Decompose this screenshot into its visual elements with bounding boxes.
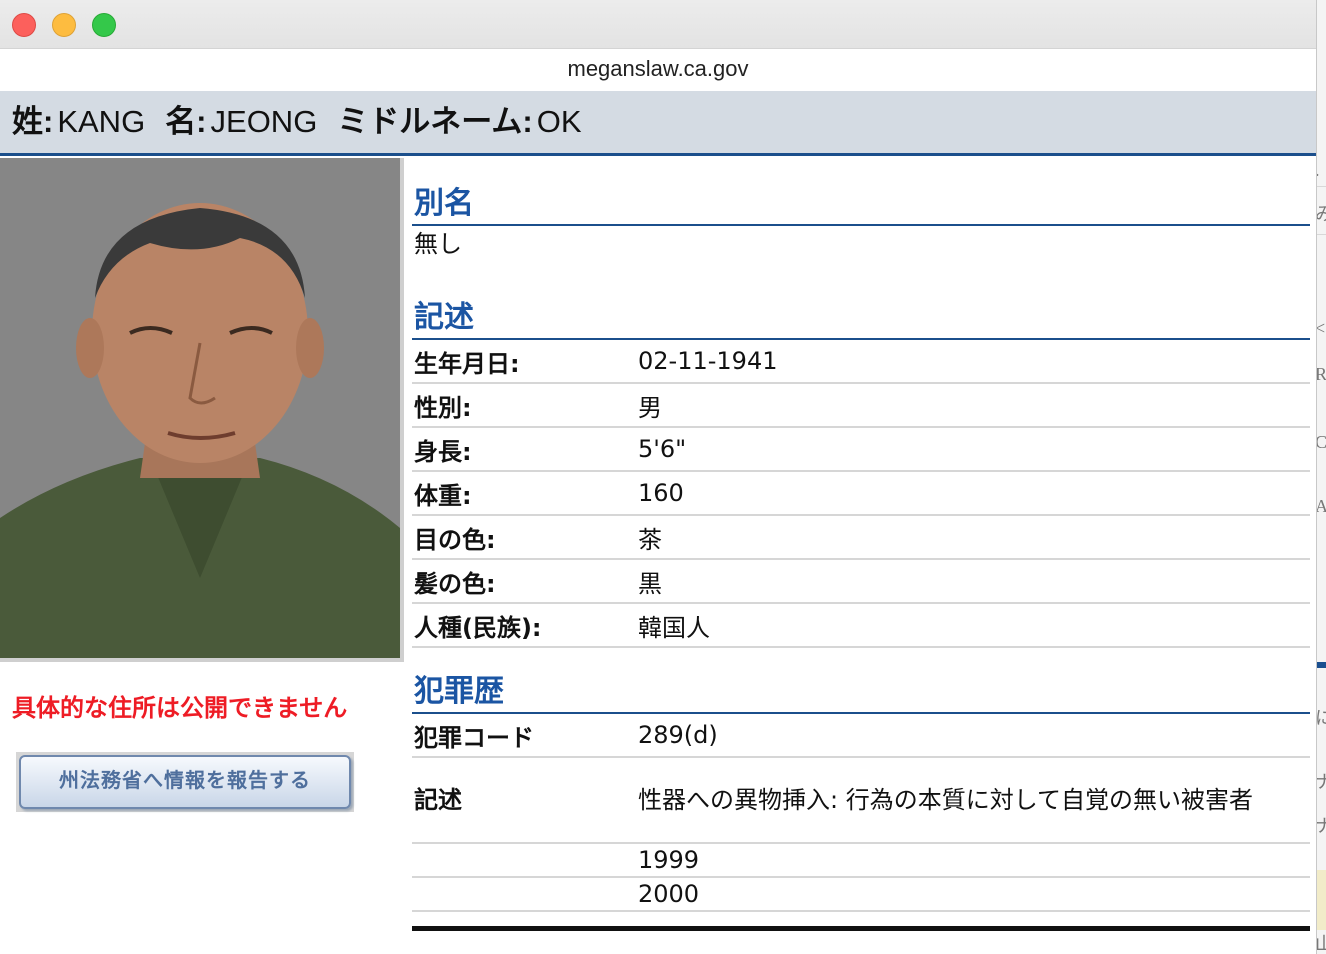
aliases-value: 無し — [414, 230, 462, 258]
name-header: 姓: KANG 名: JEONG ミドルネーム: OK — [0, 91, 1316, 156]
offenses-heading: 犯罪歴 — [412, 672, 1310, 714]
section-divider — [412, 926, 1310, 931]
ethnicity-label: 人種(民族): — [414, 613, 542, 642]
dob-value: 02-11-1941 — [638, 347, 778, 375]
ethnicity-value: 韓国人 — [638, 613, 710, 642]
weight-value: 160 — [638, 479, 684, 507]
table-row: 犯罪コード 289(d) — [412, 714, 1310, 758]
offense-code-label: 犯罪コード — [414, 723, 534, 752]
table-row: 人種(民族): 韓国人 — [412, 604, 1310, 648]
report-to-doj-button[interactable]: 州法務省へ情報を報告する — [16, 752, 354, 812]
middle-name-label: ミドルネーム: — [337, 104, 533, 139]
sex-label: 性別: — [414, 393, 472, 422]
last-name-value: KANG — [57, 104, 146, 139]
minimize-window-button[interactable] — [52, 13, 76, 37]
table-row: 性別: 男 — [412, 384, 1310, 428]
table-row: 1999 — [412, 844, 1310, 878]
height-value: 5'6" — [638, 435, 687, 463]
hair-color-label: 髪の色: — [414, 569, 496, 598]
middle-name-value: OK — [536, 104, 582, 139]
eye-color-label: 目の色: — [414, 525, 496, 554]
title-bar[interactable] — [0, 0, 1316, 49]
table-row: 体重: 160 — [412, 472, 1310, 516]
table-row: 生年月日: 02-11-1941 — [412, 340, 1310, 384]
report-button-label: 州法務省へ情報を報告する — [19, 755, 351, 809]
registrant-photo — [0, 158, 404, 662]
close-window-button[interactable] — [12, 13, 36, 37]
offense-description-value: 性器への異物挿入: 行為の本質に対して自覚の無い被害者 — [638, 786, 1253, 814]
aliases-heading: 別名 — [412, 184, 1310, 226]
table-row: 記述 性器への異物挿入: 行為の本質に対して自覚の無い被害者 — [412, 758, 1310, 844]
url-display: meganslaw.ca.gov — [567, 56, 749, 81]
last-name-label: 姓: — [12, 104, 54, 139]
table-row: 髪の色: 黒 — [412, 560, 1310, 604]
hair-color-value: 黒 — [638, 569, 662, 598]
offense-year: 2000 — [638, 880, 700, 908]
popup-window: meganslaw.ca.gov 姓: KANG 名: JEONG ミドルネーム: OK — [0, 0, 1317, 954]
height-label: 身長: — [414, 437, 472, 466]
details-panel: 別名 無し 記述 生年月日: 02-11-1941 性別: 男 身長: 5'6"… — [412, 160, 1310, 931]
table-row: 2000 — [412, 878, 1310, 912]
zoom-window-button[interactable] — [92, 13, 116, 37]
weight-label: 体重: — [414, 481, 472, 510]
description-heading: 記述 — [412, 298, 1310, 340]
first-name-value: JEONG — [210, 104, 318, 139]
first-name-label: 名: — [165, 104, 207, 139]
sex-value: 男 — [638, 393, 662, 422]
address-unavailable-notice: 具体的な住所は公開できません — [12, 694, 348, 722]
table-row: 目の色: 茶 — [412, 516, 1310, 560]
table-row: 身長: 5'6" — [412, 428, 1310, 472]
offense-year: 1999 — [638, 846, 700, 874]
offense-description-label: 記述 — [414, 786, 462, 814]
dob-label: 生年月日: — [414, 349, 520, 378]
offense-code-value: 289(d) — [638, 721, 718, 749]
eye-color-value: 茶 — [638, 525, 662, 554]
